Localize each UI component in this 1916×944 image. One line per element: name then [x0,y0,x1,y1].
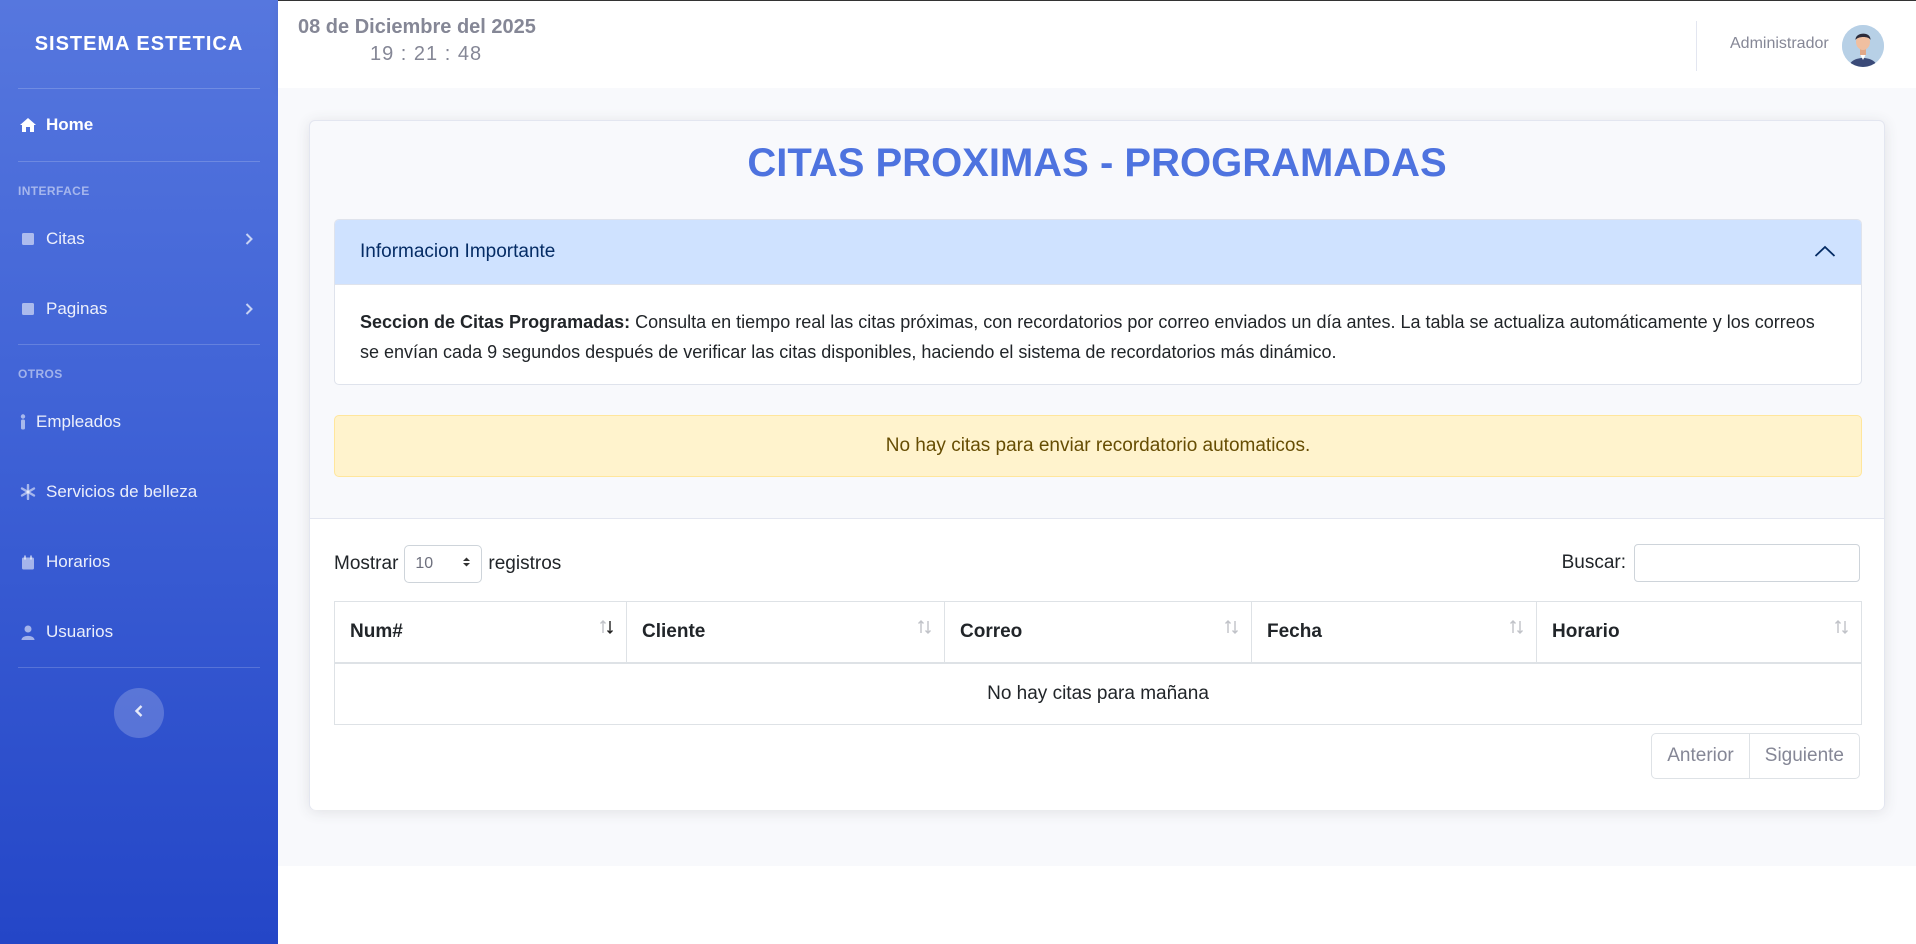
topbar-divider [1696,21,1697,71]
book-icon [18,230,38,248]
search-control: Buscar: [1562,544,1860,582]
accordion-body: Seccion de Citas Programadas: Consulta e… [335,285,1861,384]
sidebar-item-label: Empleados [36,412,122,431]
chevron-right-icon [244,232,254,246]
sidebar: SISTEMA ESTETICA Home INTERFACE Citas Pa… [0,0,278,944]
table-empty-row: No hay citas para mañana [987,683,1209,704]
sidebar-item-horarios[interactable]: Horarios [0,527,278,597]
info-accordion: Informacion Importante Seccion de Citas … [334,219,1862,385]
person-icon [18,413,28,431]
sort-icon [1223,618,1241,636]
pagination: Anterior Siguiente [1651,733,1860,779]
sidebar-brand[interactable]: SISTEMA ESTETICA [0,0,278,88]
user-name[interactable]: Administrador [1730,35,1829,53]
select-arrows-icon [462,555,471,573]
column-header-fecha[interactable]: Fecha [1252,602,1537,662]
main-content: CITAS PROXIMAS - PROGRAMADAS Informacion… [278,88,1916,866]
sidebar-heading-interface: INTERFACE [18,184,90,198]
accordion-title: Informacion Importante [360,241,556,262]
sort-icon [916,618,934,636]
sidebar-toggle-wrap [0,668,278,738]
column-header-correo[interactable]: Correo [945,602,1252,662]
sidebar-toggle-button[interactable] [114,688,164,738]
chevron-up-icon [1814,241,1836,263]
sidebar-heading-others: OTROS [18,367,63,381]
records-label: registros [488,553,562,574]
sidebar-item-label: Servicios de belleza [46,482,198,501]
appointments-table: Num# Cliente Correo Fecha Horario No hay… [334,601,1862,725]
home-icon [18,116,38,134]
table-section: Mostrar 10 registros Buscar: Num# Client… [310,519,1884,810]
pagination-next-button[interactable]: Siguiente [1750,734,1859,778]
avatar[interactable] [1842,25,1884,67]
sidebar-item-usuarios[interactable]: Usuarios [0,597,278,667]
sidebar-item-servicios[interactable]: Servicios de belleza [0,457,278,527]
sidebar-item-label: Horarios [46,552,111,571]
reminder-alert: No hay citas para enviar recordatorio au… [334,415,1862,477]
column-header-cliente[interactable]: Cliente [627,602,945,662]
column-header-horario[interactable]: Horario [1537,602,1861,662]
search-input[interactable] [1634,544,1860,582]
sort-icon [1833,618,1851,636]
sidebar-item-paginas[interactable]: Paginas [0,274,278,344]
column-header-label: Fecha [1267,621,1322,642]
sidebar-item-label: Paginas [46,299,108,318]
accordion-header-button[interactable]: Informacion Importante [335,220,1861,285]
sidebar-item-citas[interactable]: Citas [0,204,278,274]
search-label: Buscar: [1561,552,1626,573]
chevron-left-icon [134,704,144,723]
current-date: 08 de Diciembre del 2025 [298,16,536,38]
sidebar-item-label: Citas [46,229,85,248]
user-icon [18,623,38,641]
sidebar-item-empleados[interactable]: Empleados [0,387,278,457]
sidebar-item-label: Home [46,115,94,134]
chevron-right-icon [244,302,254,316]
sort-desc-icon [598,618,616,636]
column-header-label: Correo [960,621,1023,642]
book-icon [18,300,38,318]
show-label: Mostrar [334,553,399,574]
sidebar-item-home[interactable]: Home [0,89,278,161]
page-length-select[interactable]: 10 [404,545,483,583]
sort-icon [1508,618,1526,636]
column-header-label: Horario [1552,621,1620,642]
table-header: Num# Cliente Correo Fecha Horario [335,602,1861,664]
column-header-label: Cliente [642,621,706,642]
column-header-label: Num# [350,621,403,642]
accordion-body-bold: Seccion de Citas Programadas: [360,312,631,332]
column-header-num[interactable]: Num# [335,602,627,662]
asterisk-icon [18,483,38,501]
page-title: CITAS PROXIMAS - PROGRAMADAS [747,141,1447,185]
sidebar-item-label: Usuarios [46,622,114,641]
pagination-prev-button[interactable]: Anterior [1652,734,1750,778]
current-time: 19 : 21 : 48 [370,43,483,65]
topbar: 08 de Diciembre del 2025 19 : 21 : 48 Ad… [278,0,1916,88]
calendar-icon [18,553,38,571]
appointments-card: CITAS PROXIMAS - PROGRAMADAS Informacion… [309,120,1885,810]
page-length-control: Mostrar 10 registros [334,545,561,583]
page-length-value: 10 [415,555,434,572]
